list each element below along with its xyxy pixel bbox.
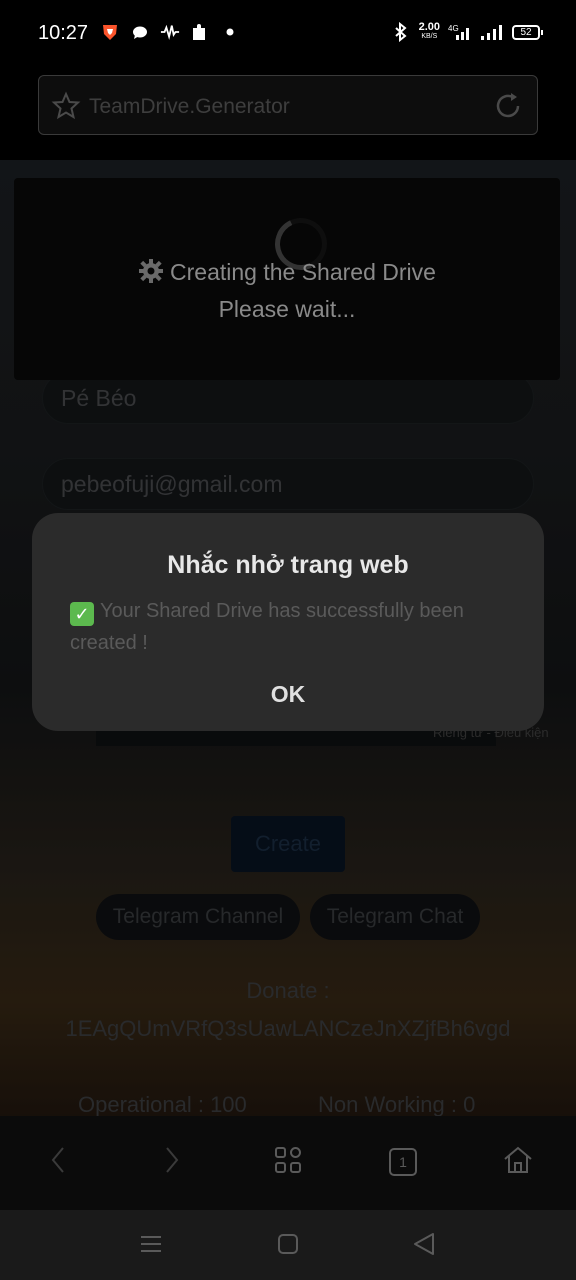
system-navigation-bar [0,1210,576,1280]
check-mark-icon: ✓ [70,602,94,626]
menu-icon [140,1234,162,1259]
star-icon[interactable] [51,91,81,121]
grid-icon [274,1146,302,1179]
dialog-title: Nhắc nhở trang web [167,551,409,579]
gear-icon [138,258,164,290]
svg-text:4G: 4G [448,24,459,33]
browser-toolbar: TeamDrive.Generator [0,70,576,160]
signal-4g-icon: 4G [448,22,472,42]
browser-bottom-bar: 1 [0,1116,576,1210]
menu-grid-button[interactable] [268,1142,308,1182]
loading-text: Creating the Shared Drive [170,259,436,285]
tab-count: 1 [399,1154,407,1170]
loading-panel: Creating the Shared Drive Please wait... [14,178,560,380]
reload-icon[interactable] [493,91,523,121]
tabs-icon: 1 [389,1148,417,1176]
puzzle-icon [190,22,210,42]
square-icon [277,1233,299,1260]
loading-message: Creating the Shared Drive [14,258,560,290]
tabs-button[interactable]: 1 [383,1142,423,1182]
chat-bubble-icon [130,22,150,42]
notification-icons [100,22,240,42]
status-time: 10:27 [38,22,89,44]
back-button[interactable] [38,1142,78,1182]
net-speed: 2.00 KB/S [419,22,440,42]
bluetooth-icon [391,22,411,42]
home-icon [503,1145,533,1180]
back-nav-button[interactable] [410,1232,438,1260]
url-text[interactable]: TeamDrive.Generator [89,95,290,119]
url-bar[interactable]: TeamDrive.Generator [38,75,538,135]
waveform-icon [160,22,180,42]
status-bar: 10:27 2.00 KB/S 4G 52 [0,0,576,70]
dialog-message-text: Your Shared Drive has successfully been … [70,600,464,654]
chevron-right-icon [165,1146,179,1179]
triangle-back-icon [413,1232,435,1261]
system-status: 2.00 KB/S 4G 52 [391,22,543,42]
forward-button[interactable] [152,1142,192,1182]
chevron-left-icon [51,1146,65,1179]
signal-bars-icon [480,22,504,42]
recent-apps-button[interactable] [137,1232,165,1260]
home-button[interactable] [498,1142,538,1182]
alert-dialog: Nhắc nhở trang web ✓ Your Shared Drive ha… [32,513,544,731]
dot-icon [220,22,240,42]
net-speed-unit: KB/S [421,33,438,40]
loading-wait-text: Please wait... [218,296,356,322]
dialog-message: ✓ Your Shared Drive has successfully been… [70,595,518,659]
battery-icon: 52 [512,24,543,40]
home-nav-button[interactable] [274,1232,302,1260]
brave-browser-icon [100,22,120,42]
ok-button[interactable]: OK [238,681,338,708]
